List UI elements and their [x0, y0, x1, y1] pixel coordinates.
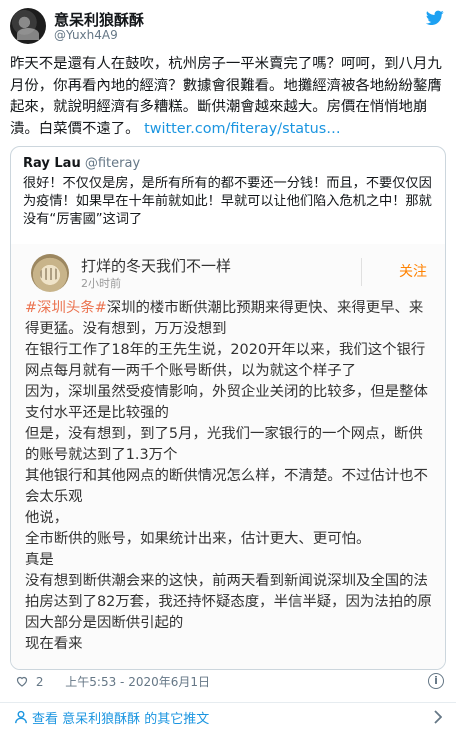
author-name[interactable]: 意呆利狼酥酥	[54, 9, 144, 30]
weibo-paragraph: 因为，深圳虽然受疫情影响，外贸企业关闭的比较多，但是整体支付水平还是比较强的	[25, 384, 428, 421]
quoted-text: 很好！不仅仅是房，是所有所有的都不要还一分钱！而且，不要仅仅因为疫情！如果早在十…	[23, 176, 432, 227]
weibo-paragraph: 全市断供的账号，如果统计出来，估计更大、更可怕。	[25, 531, 371, 547]
quoted-author-handle: @fiteray	[84, 156, 141, 171]
weibo-paragraph: 在银行工作了18年的王先生说，2020开年以来，我们这个银行网点每月就有一两千个…	[25, 342, 426, 379]
author-avatar[interactable]	[10, 8, 46, 44]
weibo-paragraph: 没有想到断供潮会来的这快，前两天看到新闻说深圳及全国的法拍房达到了82万套，我还…	[25, 573, 432, 631]
chevron-right-icon	[434, 710, 442, 724]
follow-button: 关注	[361, 258, 427, 286]
heart-icon[interactable]	[16, 676, 28, 687]
tweet-link[interactable]: twitter.com/fiteray/status…	[144, 121, 341, 137]
weibo-username: 打烊的冬天我们不一样	[81, 257, 232, 275]
view-more-label[interactable]: 查看 意呆利狼酥酥 的其它推文	[32, 708, 209, 727]
like-count[interactable]: 2	[36, 675, 44, 689]
weibo-time: 2小时前	[81, 277, 121, 290]
quoted-header: Ray Lau @fiteray	[23, 156, 140, 171]
info-icon[interactable]: i	[428, 673, 444, 689]
weibo-paragraph: 现在看来	[25, 636, 83, 652]
weibo-paragraph: 但是，没有想到，到了5月，光我们一家银行的一个网点，断供的账号就达到了1.3万个	[25, 426, 423, 463]
quoted-tweet[interactable]: Ray Lau @fiteray 很好！不仅仅是房，是所有所有的都不要还一分钱！…	[10, 146, 446, 670]
tweet-meta: 2 上午5:53 - 2020年6月1日	[16, 673, 210, 693]
weibo-paragraph: 真是	[25, 552, 54, 568]
tweet-timestamp[interactable]: 上午5:53 - 2020年6月1日	[65, 675, 210, 689]
weibo-avatar	[31, 254, 69, 292]
tweet-text: 昨天不是還有人在鼓吹，杭州房子一平米賣完了嗎？呵呵，到八月九月份，你再看內地的經…	[10, 54, 448, 140]
quoted-author-name: Ray Lau	[23, 156, 81, 171]
twitter-bird-icon[interactable]	[426, 10, 444, 26]
weibo-topic: #深圳头条#	[25, 300, 107, 316]
weibo-post-header: 打烊的冬天我们不一样 2小时前 关注	[31, 254, 427, 294]
view-more-tweets-link[interactable]: 查看 意呆利狼酥酥 的其它推文	[0, 703, 456, 731]
weibo-paragraph: 他说，	[25, 510, 69, 526]
person-icon	[15, 710, 27, 724]
weibo-paragraph: #深圳头条#深圳的楼市断供潮比预期来得更快、来得更早、来得更猛。没有想到，万万没…	[25, 300, 424, 337]
quoted-screenshot: 打烊的冬天我们不一样 2小时前 关注 #深圳头条#深圳的楼市断供潮比预期来得更快…	[11, 244, 445, 669]
author-handle[interactable]: @Yuxh4A9	[54, 28, 118, 42]
tweet-header: 意呆利狼酥酥 @Yuxh4A9	[10, 8, 446, 44]
weibo-paragraph: 其他银行和其他网点的断供情况怎么样，不清楚。不过估计也不会太乐观	[25, 468, 428, 505]
weibo-body: #深圳头条#深圳的楼市断供潮比预期来得更快、来得更早、来得更猛。没有想到，万万没…	[25, 298, 435, 655]
